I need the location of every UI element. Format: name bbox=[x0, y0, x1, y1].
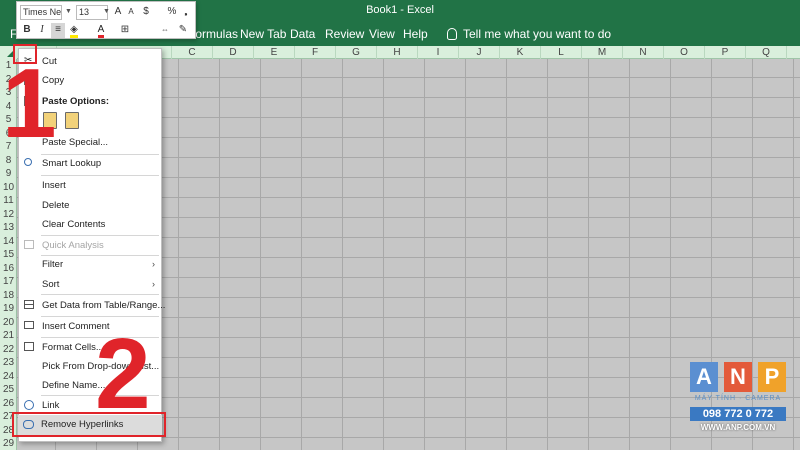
menu-label: Link bbox=[42, 400, 60, 411]
row-header-20[interactable]: 20 bbox=[0, 317, 17, 328]
shrink-font-button[interactable]: A bbox=[126, 5, 136, 20]
tab-review[interactable]: Review bbox=[325, 27, 364, 41]
column-header-g[interactable]: G bbox=[336, 46, 377, 59]
italic-button[interactable]: I bbox=[37, 23, 47, 38]
borders-icon[interactable]: ⊞ bbox=[119, 23, 131, 38]
column-header-j[interactable]: J bbox=[459, 46, 500, 59]
logo-letter-n: N bbox=[724, 362, 752, 392]
column-header-n[interactable]: N bbox=[623, 46, 664, 59]
column-header-d[interactable]: D bbox=[213, 46, 254, 59]
font-color-label: A bbox=[97, 24, 105, 38]
row-header-16[interactable]: 16 bbox=[0, 263, 17, 274]
menu-label: Delete bbox=[42, 200, 70, 211]
font-name-box[interactable]: Times Ne bbox=[20, 5, 62, 20]
bold-button[interactable]: B bbox=[22, 23, 32, 38]
row-header-17[interactable]: 17 bbox=[0, 276, 17, 287]
menu-item-delete[interactable]: Delete bbox=[19, 196, 161, 215]
row-header-15[interactable]: 15 bbox=[0, 249, 17, 260]
row-header-13[interactable]: 13 bbox=[0, 222, 17, 233]
column-header-o[interactable]: O bbox=[664, 46, 705, 59]
submenu-arrow-icon: › bbox=[152, 279, 155, 289]
comma-style-icon[interactable]: ❟ bbox=[181, 5, 191, 20]
fill-color-icon[interactable]: ◈ bbox=[68, 23, 80, 38]
logo-phone: 098 772 0 772 bbox=[690, 407, 786, 421]
link-icon bbox=[24, 400, 34, 410]
column-header-i[interactable]: I bbox=[418, 46, 459, 59]
column-header-k[interactable]: K bbox=[500, 46, 541, 59]
percent-button[interactable]: % bbox=[167, 5, 177, 20]
format-painter-icon[interactable]: ✎ bbox=[177, 23, 189, 38]
menu-label: Insert bbox=[42, 180, 66, 191]
column-header-m[interactable]: M bbox=[582, 46, 623, 59]
row-header-14[interactable]: 14 bbox=[0, 236, 17, 247]
mini-toolbar: Times Ne ▼ 13 ▼ A A $ % ❟ B I ≡ ◈ A ⊞ ⇔ … bbox=[16, 1, 196, 39]
tab-view[interactable]: View bbox=[369, 27, 395, 41]
logo-letter-a: A bbox=[690, 362, 718, 392]
row-header-12[interactable]: 12 bbox=[0, 209, 17, 220]
format-cells-icon bbox=[24, 342, 34, 351]
menu-label: Clear Contents bbox=[42, 219, 106, 230]
column-header-h[interactable]: H bbox=[377, 46, 418, 59]
menu-label: Filter bbox=[42, 259, 64, 270]
tell-me-box[interactable]: Tell me what you want to do bbox=[447, 27, 611, 41]
column-header-p[interactable]: P bbox=[705, 46, 746, 59]
menu-item-filter[interactable]: Filter › bbox=[19, 255, 161, 274]
column-header-c[interactable]: C bbox=[172, 46, 213, 59]
menu-item-quick-analysis: Quick Analysis bbox=[19, 236, 161, 255]
step-number-1: 1 bbox=[2, 48, 57, 158]
row-header-10[interactable]: 10 bbox=[0, 182, 17, 193]
row-header-22[interactable]: 22 bbox=[0, 344, 17, 355]
table-icon bbox=[24, 300, 34, 309]
currency-button[interactable]: $ bbox=[141, 5, 151, 20]
row-header-29[interactable]: 29 bbox=[0, 438, 17, 449]
logo-website: WWW.ANP.COM.VN bbox=[700, 423, 776, 432]
row-header-9[interactable]: 9 bbox=[0, 168, 17, 179]
merge-center-icon[interactable]: ⇔ bbox=[159, 23, 171, 38]
row-header-24[interactable]: 24 bbox=[0, 371, 17, 382]
column-header-l[interactable]: L bbox=[541, 46, 582, 59]
column-header-e[interactable]: E bbox=[254, 46, 295, 59]
menu-item-sort[interactable]: Sort › bbox=[19, 275, 161, 294]
menu-label: Smart Lookup bbox=[42, 158, 102, 169]
row-header-23[interactable]: 23 bbox=[0, 357, 17, 368]
menu-separator bbox=[41, 294, 159, 295]
row-header-11[interactable]: 11 bbox=[0, 195, 17, 206]
tab-new-tab[interactable]: New Tab bbox=[240, 27, 286, 41]
step-number-2: 2 bbox=[95, 318, 151, 430]
column-header-f[interactable]: F bbox=[295, 46, 336, 59]
row-header-18[interactable]: 18 bbox=[0, 290, 17, 301]
menu-item-clear-contents[interactable]: Clear Contents bbox=[19, 215, 161, 234]
menu-item-insert[interactable]: Insert bbox=[19, 176, 161, 195]
row-header-26[interactable]: 26 bbox=[0, 398, 17, 409]
font-size-dropdown-icon[interactable]: ▼ bbox=[103, 8, 110, 15]
comment-icon bbox=[24, 321, 34, 329]
menu-item-get-data[interactable]: Get Data from Table/Range... bbox=[19, 296, 165, 315]
search-icon bbox=[24, 158, 32, 166]
quick-analysis-icon bbox=[24, 240, 34, 249]
tab-data[interactable]: Data bbox=[290, 27, 315, 41]
font-color-button[interactable]: A bbox=[95, 23, 107, 38]
row-header-25[interactable]: 25 bbox=[0, 384, 17, 395]
column-header-q[interactable]: Q bbox=[746, 46, 787, 59]
menu-label: Get Data from Table/Range... bbox=[42, 300, 166, 311]
tab-help[interactable]: Help bbox=[403, 27, 428, 41]
grow-font-button[interactable]: A bbox=[113, 5, 123, 20]
row-header-19[interactable]: 19 bbox=[0, 303, 17, 314]
anp-logo: A N P MÁY TÍNH · CAMERA 098 772 0 772 WW… bbox=[690, 362, 786, 437]
logo-letter-p: P bbox=[758, 362, 786, 392]
font-name-dropdown-icon[interactable]: ▼ bbox=[65, 8, 72, 15]
logo-tagline: MÁY TÍNH · CAMERA bbox=[694, 395, 782, 402]
menu-label: Sort bbox=[42, 279, 60, 290]
row-header-21[interactable]: 21 bbox=[0, 330, 17, 341]
tell-me-text: Tell me what you want to do bbox=[463, 27, 612, 41]
paste-values-icon[interactable] bbox=[65, 112, 79, 129]
menu-label: Quick Analysis bbox=[42, 240, 104, 251]
align-center-icon[interactable]: ≡ bbox=[51, 23, 65, 38]
lightbulb-icon bbox=[447, 28, 457, 40]
submenu-arrow-icon: › bbox=[152, 259, 155, 269]
